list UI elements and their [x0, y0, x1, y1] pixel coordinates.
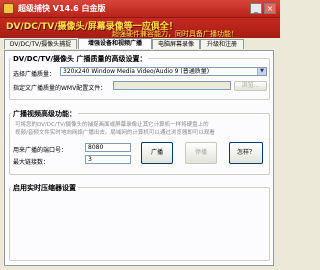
- tab-panel: DV/DC/TV/摄像头 广播质量的高级设置： 选择广播质量： 320x240 …: [4, 50, 274, 266]
- broadcast-button[interactable]: 广播: [141, 142, 173, 164]
- max-connections-label: 最大链接数：: [13, 159, 50, 166]
- tab-upgrade[interactable]: 升级和注册: [200, 39, 244, 49]
- compress-group-title: 启用实时压缩器设置: [11, 183, 78, 193]
- window-title: 超级捕快 V14.6 白金版: [18, 4, 106, 13]
- max-connections-input[interactable]: 3: [85, 155, 131, 164]
- title-bar: 超级捕快 V14.6 白金版 _ ×: [0, 0, 280, 18]
- compress-group: [9, 187, 270, 261]
- quality-group: [9, 58, 270, 100]
- port-label: 用来广播的端口号：: [13, 147, 68, 154]
- tab-screen-record[interactable]: 电脑屏幕录像: [152, 39, 200, 49]
- quality-select[interactable]: 320x240 Window Media Video/Audio 9 (普通质量…: [60, 67, 267, 76]
- stop-broadcast-button[interactable]: 停播: [185, 142, 217, 164]
- broadcast-desc-line1: 可将您的DV/DC/TV/摄像头的捕捉画面或屏幕录像让其它计算机一样将硬盘上的: [15, 122, 209, 128]
- app-icon: [3, 3, 14, 14]
- quality-label: 选择广播质量：: [13, 71, 56, 78]
- quality-group-title: DV/DC/TV/摄像头 广播质量的高级设置：: [11, 54, 149, 64]
- close-button[interactable]: ×: [264, 3, 276, 14]
- custom-profile-label: 指定文广播质量的WMV配置文件：: [13, 85, 107, 92]
- chevron-down-icon[interactable]: ▼: [257, 68, 266, 75]
- minimize-button[interactable]: _: [250, 3, 262, 14]
- custom-profile-input[interactable]: [113, 81, 231, 90]
- browse-button[interactable]: 浏览...: [234, 81, 267, 91]
- port-input[interactable]: 8080: [85, 143, 131, 152]
- tab-capture[interactable]: DV/DC/TV/摄像头捕捉: [4, 39, 77, 49]
- broadcast-desc-line2: 视频/音频文件实时地向网络广播出去。局域网的计算机可以通过浏览器即可以观看: [15, 130, 215, 136]
- broadcast-group-title: 广播视频高级功能：: [11, 109, 78, 119]
- tab-broadcast[interactable]: 增强设备和视频广播: [78, 38, 152, 49]
- quality-select-value: 320x240 Window Media Video/Audio 9 (普通质量…: [63, 68, 210, 75]
- howto-button[interactable]: 怎样？: [229, 142, 263, 164]
